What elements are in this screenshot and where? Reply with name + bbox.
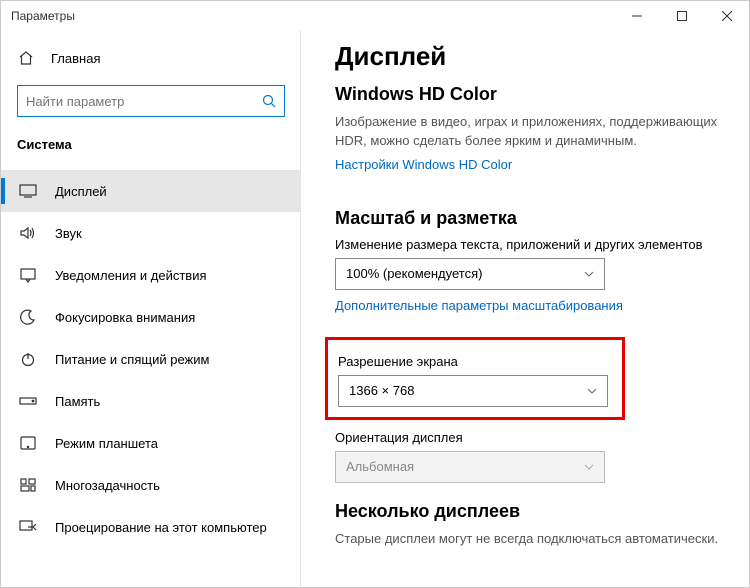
search-input[interactable] (17, 85, 285, 117)
tablet-icon (19, 434, 37, 452)
page-title: Дисплей (335, 41, 725, 72)
notification-icon (19, 266, 37, 284)
chevron-down-icon (584, 271, 594, 277)
power-icon (19, 350, 37, 368)
project-icon (19, 518, 37, 536)
sidebar-item-label: Питание и спящий режим (55, 352, 209, 367)
multi-desc: Старые дисплеи могут не всегда подключат… (335, 530, 725, 549)
orientation-label: Ориентация дисплея (335, 430, 725, 445)
sidebar-item-label: Дисплей (55, 184, 107, 199)
titlebar: Параметры (1, 1, 749, 31)
adv-scale-link[interactable]: Дополнительные параметры масштабирования (335, 298, 623, 313)
resolution-label: Разрешение экрана (338, 354, 612, 369)
main-panel: Дисплей Windows HD Color Изображение в в… (301, 31, 749, 587)
home-button[interactable]: Главная (1, 39, 301, 77)
scale-heading: Масштаб и разметка (335, 208, 725, 229)
chevron-down-icon (584, 464, 594, 470)
hd-color-link[interactable]: Настройки Windows HD Color (335, 157, 512, 172)
hd-color-desc: Изображение в видео, играх и приложениях… (335, 113, 725, 151)
sidebar-item-label: Многозадачность (55, 478, 160, 493)
orientation-value: Альбомная (346, 459, 414, 474)
multitask-icon (19, 476, 37, 494)
home-label: Главная (51, 51, 100, 66)
maximize-button[interactable] (659, 1, 704, 31)
home-icon (17, 49, 35, 67)
search-field[interactable] (26, 94, 262, 109)
sidebar-item-tablet[interactable]: Режим планшета (1, 422, 301, 464)
resolution-value: 1366 × 768 (349, 383, 414, 398)
orientation-select[interactable]: Альбомная (335, 451, 605, 483)
sidebar-item-power[interactable]: Питание и спящий режим (1, 338, 301, 380)
storage-icon (19, 392, 37, 410)
category-title: Система (1, 131, 301, 162)
divider (300, 30, 301, 588)
sidebar-item-notifications[interactable]: Уведомления и действия (1, 254, 301, 296)
sidebar-item-label: Фокусировка внимания (55, 310, 195, 325)
close-button[interactable] (704, 1, 749, 31)
minimize-button[interactable] (614, 1, 659, 31)
sidebar-item-label: Память (55, 394, 100, 409)
sidebar-item-label: Проецирование на этот компьютер (55, 520, 267, 535)
text-size-select[interactable]: 100% (рекомендуется) (335, 258, 605, 290)
hd-color-heading: Windows HD Color (335, 84, 725, 105)
search-icon (262, 94, 276, 108)
sidebar-item-focus[interactable]: Фокусировка внимания (1, 296, 301, 338)
resolution-select[interactable]: 1366 × 768 (338, 375, 608, 407)
nav-list: Дисплей Звук Уведомления и действия Фоку… (1, 170, 301, 548)
text-size-value: 100% (рекомендуется) (346, 266, 482, 281)
text-size-label: Изменение размера текста, приложений и д… (335, 237, 725, 252)
sidebar-item-label: Звук (55, 226, 82, 241)
moon-icon (19, 308, 37, 326)
display-icon (19, 182, 37, 200)
sidebar-item-label: Уведомления и действия (55, 268, 207, 283)
sidebar-item-sound[interactable]: Звук (1, 212, 301, 254)
sidebar-item-label: Режим планшета (55, 436, 158, 451)
sidebar-item-storage[interactable]: Память (1, 380, 301, 422)
sidebar-item-projecting[interactable]: Проецирование на этот компьютер (1, 506, 301, 548)
sidebar-item-multitask[interactable]: Многозадачность (1, 464, 301, 506)
window-title: Параметры (11, 9, 75, 23)
sound-icon (19, 224, 37, 242)
sidebar-item-display[interactable]: Дисплей (1, 170, 301, 212)
sidebar: Главная Система Дисплей (1, 31, 301, 587)
chevron-down-icon (587, 388, 597, 394)
multi-heading: Несколько дисплеев (335, 501, 725, 522)
resolution-highlight: Разрешение экрана 1366 × 768 (325, 337, 625, 420)
